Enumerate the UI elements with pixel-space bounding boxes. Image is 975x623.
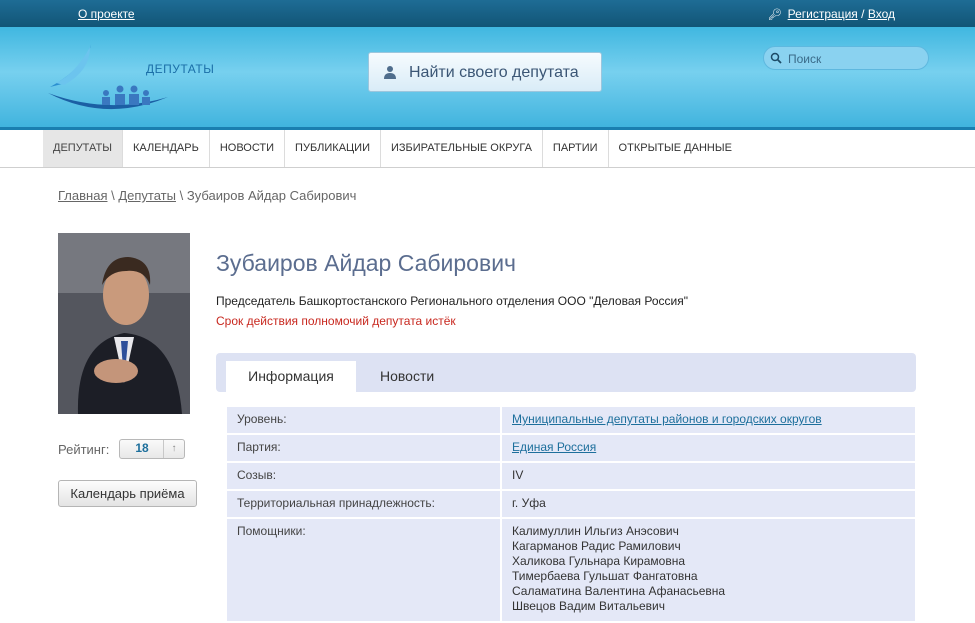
table-row: Помощники: Калимуллин Ильгиз Анэсович Ка… [227,518,915,623]
auth-separator: / [861,7,865,21]
login-link[interactable]: Вход [868,7,895,21]
rating-up-icon[interactable]: ↑ [163,440,184,458]
party-label: Партия: [227,434,502,463]
profile-tabs: Информация Новости [216,353,916,392]
find-deputy-button[interactable]: Найти своего депутата [368,52,602,92]
nav-item-publications[interactable]: ПУБЛИКАЦИИ [285,130,381,167]
mandate-status: Срок действия полномочий депутата истёк [216,314,456,328]
nav-item-districts[interactable]: ИЗБИРАТЕЛЬНЫЕ ОКРУГА [381,130,543,167]
top-bar: О проекте 🔑︎ Регистрация / Вход [0,0,975,27]
assistant-item: Тимербаева Гульшат Фангатовна [512,569,698,583]
party-value-cell: Единая Россия [501,434,915,463]
nav-item-calendar[interactable]: КАЛЕНДАРЬ [123,130,210,167]
nav-item-parties[interactable]: ПАРТИИ [543,130,609,167]
breadcrumb-home[interactable]: Главная [58,188,107,203]
breadcrumb: Главная \ Депутаты \ Зубаиров Айдар Саби… [58,188,356,203]
territory-value: г. Уфа [501,490,915,519]
level-link[interactable]: Муниципальные депутаты районов и городск… [512,412,822,426]
assistants-label: Помощники: [227,518,502,623]
register-link[interactable]: Регистрация [788,7,858,21]
breadcrumb-deputies[interactable]: Депутаты [118,188,176,203]
assistant-item: Калимуллин Ильгиз Анэсович [512,524,679,538]
logo-bird-icon [48,41,168,110]
reception-calendar-button[interactable]: Календарь приёма [58,480,197,507]
rating-label: Рейтинг: [58,442,110,457]
site-header: ДЕПУТАТЫ Найти своего депутата [0,27,975,130]
nav-item-open-data[interactable]: ОТКРЫТЫЕ ДАННЫЕ [609,130,742,167]
rating-widget: 18 ↑ [119,439,185,459]
table-row: Территориальная принадлежность: г. Уфа [227,490,915,519]
breadcrumb-separator: \ [111,188,115,203]
info-table: Уровень: Муниципальные депутаты районов … [227,407,915,623]
convocation-value: IV [501,462,915,491]
portrait-image [58,233,190,414]
auth-links: 🔑︎ Регистрация / Вход [768,7,895,21]
search-box [763,46,929,70]
site-logo[interactable]: ДЕПУТАТЫ [46,37,214,117]
table-row: Уровень: Муниципальные депутаты районов … [227,407,915,435]
level-label: Уровень: [227,407,502,435]
about-link[interactable]: О проекте [78,7,135,21]
territory-label: Территориальная принадлежность: [227,490,502,519]
level-value-cell: Муниципальные депутаты районов и городск… [501,407,915,435]
table-row: Созыв: IV [227,462,915,491]
convocation-label: Созыв: [227,462,502,491]
deputy-photo [58,233,190,414]
rating-value: 18 [135,441,149,455]
search-input[interactable] [786,49,925,69]
breadcrumb-current: Зубаиров Айдар Сабирович [186,188,357,203]
assistants-list: Калимуллин Ильгиз Анэсович Кагарманов Ра… [501,518,915,623]
deputy-name: Зубаиров Айдар Сабирович [216,250,517,276]
key-icon: 🔑︎ [767,9,782,21]
table-row: Партия: Единая Россия [227,434,915,463]
logo-text: ДЕПУТАТЫ [146,62,215,76]
breadcrumb-separator: \ [179,188,184,203]
assistant-item: Кагарманов Радис Рамилович [512,539,681,553]
find-deputy-label: Найти своего депутата [409,64,579,81]
nav-item-deputies[interactable]: ДЕПУТАТЫ [43,130,123,167]
nav-item-news[interactable]: НОВОСТИ [210,130,286,167]
main-nav: ДЕПУТАТЫ КАЛЕНДАРЬ НОВОСТИ ПУБЛИКАЦИИ ИЗ… [0,130,975,168]
person-icon [384,66,396,79]
tab-news[interactable]: Новости [380,361,434,392]
assistant-item: Саламатина Валентина Афанасьевна [512,584,726,598]
search-icon[interactable] [770,52,782,64]
assistant-item: Швецов Вадим Витальевич [512,599,665,613]
tab-information[interactable]: Информация [226,361,356,392]
assistant-item: Халикова Гульнара Кирамовна [512,554,685,568]
party-link[interactable]: Единая Россия [512,440,596,454]
deputy-position: Председатель Башкортостанского Региональ… [216,294,688,308]
